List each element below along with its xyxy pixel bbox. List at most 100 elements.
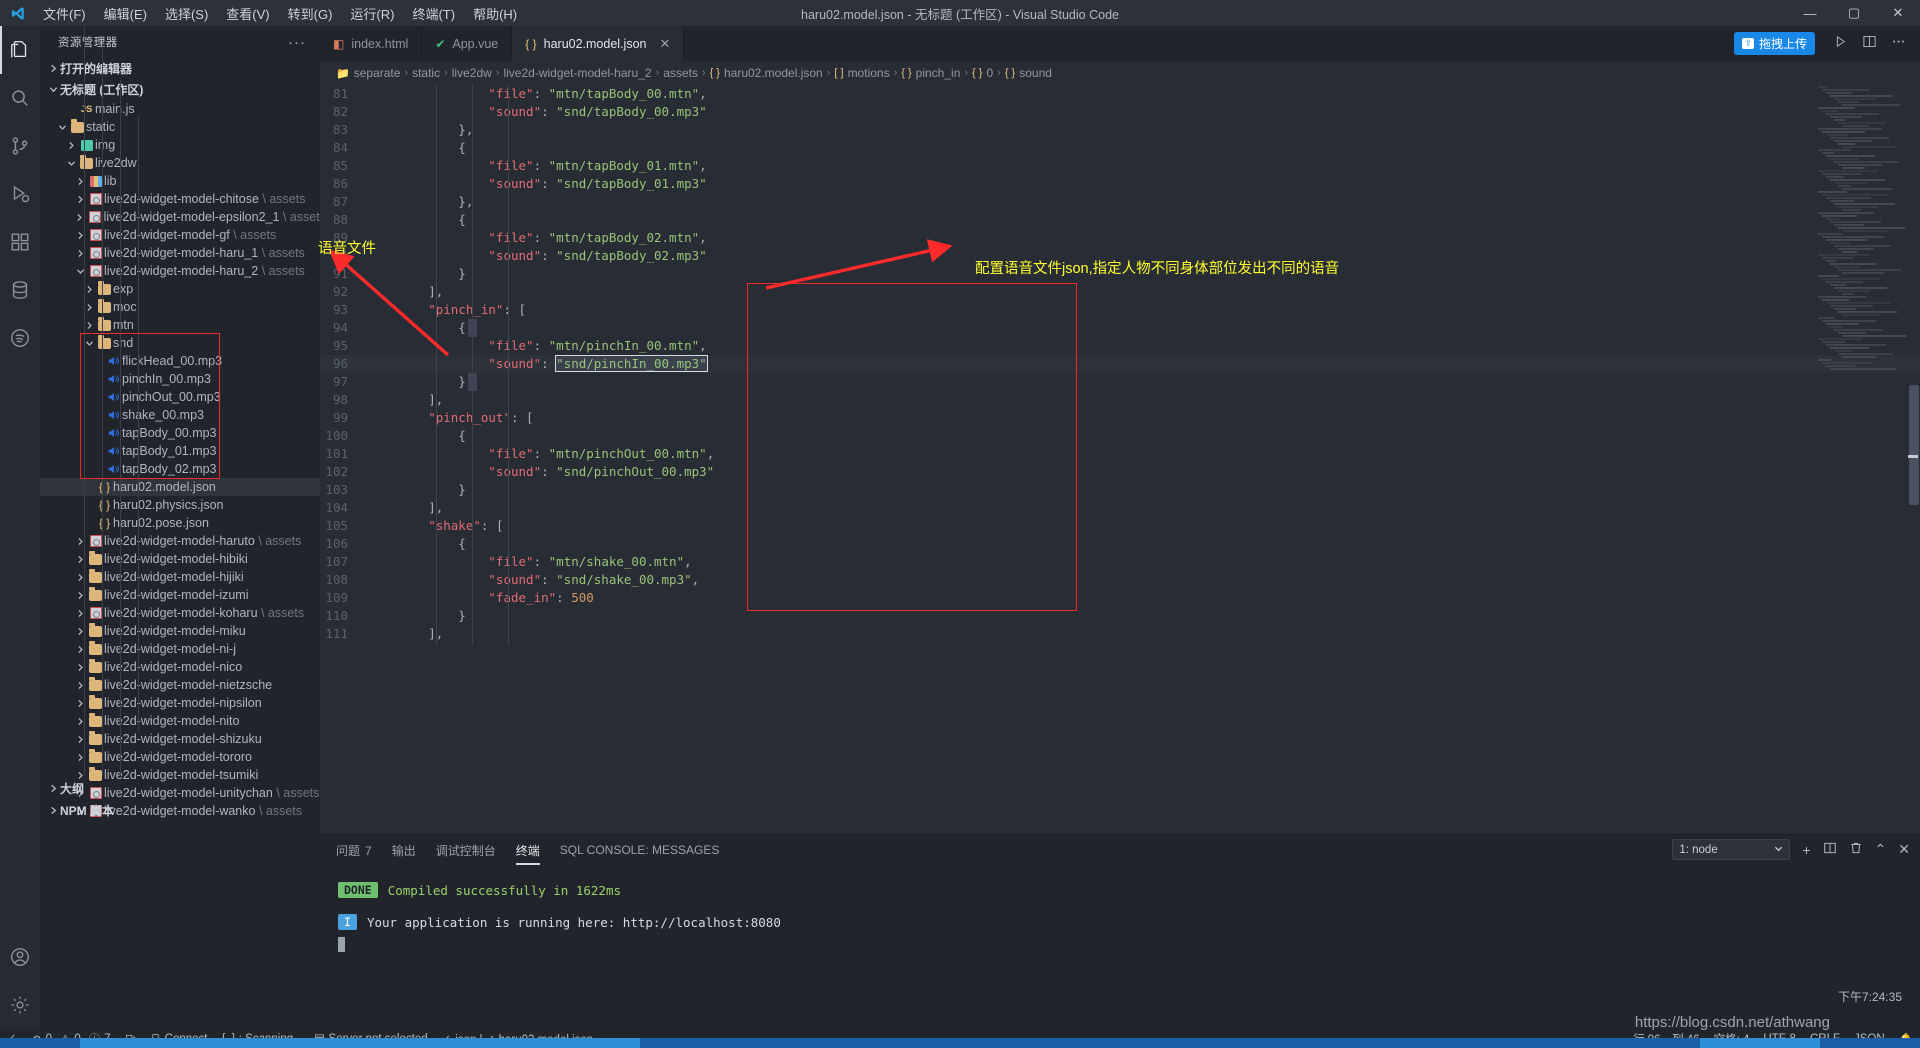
menu-file[interactable]: 文件(F) [34,1,95,26]
play-icon[interactable] [1833,34,1848,54]
settings-gear-icon[interactable] [0,981,40,1029]
tree-item[interactable]: tapBody_02.mp3 [40,460,320,478]
chevron-down-icon[interactable] [55,123,69,132]
breadcrumb-item[interactable]: motions [848,66,890,80]
code-line[interactable]: 97 } [320,373,1920,391]
panel-tab[interactable]: 输出 [392,836,416,867]
breadcrumb-item[interactable]: static [412,66,440,80]
minimap[interactable] [1814,85,1906,834]
tree-item[interactable]: snd [40,334,320,352]
code-line[interactable]: 82 "sound": "snd/tapBody_00.mp3" [320,103,1920,121]
code-line[interactable]: 103 } [320,481,1920,499]
drag-upload-button[interactable]: ⇪ 拖拽上传 [1734,32,1815,55]
tree-item[interactable]: live2d-widget-model-nico [40,658,320,676]
breadcrumb-item[interactable]: live2d-widget-model-haru_2 [503,66,651,80]
tree-item[interactable]: live2d-widget-model-hibiki [40,550,320,568]
menu-selection[interactable]: 选择(S) [156,1,217,26]
tree-item[interactable]: live2d-widget-model-miku [40,622,320,640]
code-line[interactable]: 88 { [320,211,1920,229]
tree-item[interactable]: tapBody_00.mp3 [40,424,320,442]
code-line[interactable]: 111 ], [320,625,1920,643]
close-button[interactable]: ✕ [1876,0,1920,26]
menu-view[interactable]: 查看(V) [217,1,278,26]
code-line[interactable]: 81 "file": "mtn/tapBody_00.mtn", [320,85,1920,103]
code-line[interactable]: 104 ], [320,499,1920,517]
tree-item[interactable]: live2d-widget-model-haru_1 \ assets [40,244,320,262]
tree-item[interactable]: live2d-widget-model-nipsilon [40,694,320,712]
tab-close-icon[interactable]: ✕ [659,36,670,52]
code-line[interactable]: 95 "file": "mtn/pinchIn_00.mtn", [320,337,1920,355]
run-debug-icon[interactable] [0,170,40,218]
tree-item[interactable]: live2d-widget-model-gf \ assets [40,226,320,244]
tree-item[interactable]: lib [40,172,320,190]
tree-item[interactable]: moc [40,298,320,316]
panel-tab[interactable]: SQL CONSOLE: MESSAGES [560,837,720,865]
breadcrumb-item[interactable]: live2dw [452,66,492,80]
tree-item[interactable]: pinchIn_00.mp3 [40,370,320,388]
tree-item[interactable]: live2d-widget-model-haruto \ assets [40,532,320,550]
section-open-editors[interactable]: 打开的编辑器 [40,58,320,79]
section-npm-scripts[interactable]: NPM 脚本 [40,800,320,821]
panel-close-icon[interactable]: ✕ [1898,841,1910,858]
maximize-button[interactable]: ▢ [1832,0,1876,26]
tree-item[interactable]: live2d-widget-model-koharu \ assets [40,604,320,622]
explorer-icon[interactable] [0,26,40,74]
breadcrumb-item[interactable]: haru02.model.json [724,66,823,80]
chevron-down-icon[interactable] [64,159,78,168]
code-line[interactable]: 109 "fade_in": 500 [320,589,1920,607]
source-control-icon[interactable] [0,122,40,170]
tree-item[interactable]: tapBody_01.mp3 [40,442,320,460]
breadcrumb-item[interactable]: separate [354,66,401,80]
tree-item[interactable]: live2d-widget-model-shizuku [40,730,320,748]
spotify-icon[interactable] [0,314,40,362]
code-line[interactable]: 96 "sound": "snd/pinchIn_00.mp3" [320,355,1920,373]
search-icon[interactable] [0,74,40,122]
scrollbar-thumb[interactable] [1909,385,1919,505]
tree-item[interactable]: pinchOut_00.mp3 [40,388,320,406]
code-editor[interactable]: 81 "file": "mtn/tapBody_00.mtn", 82 "soun… [320,85,1920,834]
tab-haru02-model-json[interactable]: { } haru02.model.json ✕ [512,26,685,61]
code-line[interactable]: 87 }, [320,193,1920,211]
code-line[interactable]: 85 "file": "mtn/tapBody_01.mtn", [320,157,1920,175]
tree-item[interactable]: flickHead_00.mp3 [40,352,320,370]
code-line[interactable]: 105 "shake": [ [320,517,1920,535]
tree-item[interactable]: live2d-widget-model-izumi [40,586,320,604]
menu-terminal[interactable]: 终端(T) [403,1,464,26]
database-icon[interactable] [0,266,40,314]
code-line[interactable]: 98 ], [320,391,1920,409]
tree-item[interactable]: JS main.js [40,100,320,118]
ellipsis-icon[interactable] [1891,34,1906,54]
terminal-selector[interactable]: 1: node [1672,839,1791,860]
panel-tab[interactable]: 问题 7 [336,836,372,867]
breadcrumb-item[interactable]: sound [1019,66,1052,80]
breadcrumb-item[interactable]: assets [663,66,698,80]
section-outline[interactable]: 大纲 [40,778,320,799]
code-line[interactable]: 86 "sound": "snd/tapBody_01.mp3" [320,175,1920,193]
tree-item[interactable]: live2d-widget-model-haru_2 \ assets [40,262,320,280]
tree-item[interactable]: live2dw [40,154,320,172]
tree-item[interactable]: live2d-widget-model-nietzsche [40,676,320,694]
tree-item[interactable]: exp [40,280,320,298]
split-terminal-icon[interactable] [1823,841,1837,858]
tree-item[interactable]: mtn [40,316,320,334]
code-line[interactable]: 106 { [320,535,1920,553]
tree-item[interactable]: static [40,118,320,136]
code-line[interactable]: 92 ], [320,283,1920,301]
code-line[interactable]: 99 "pinch_out": [ [320,409,1920,427]
chevron-right-icon[interactable] [64,141,78,150]
extensions-icon[interactable] [0,218,40,266]
code-line[interactable]: 110 } [320,607,1920,625]
code-line[interactable]: 107 "file": "mtn/shake_00.mtn", [320,553,1920,571]
minimize-button[interactable]: — [1788,0,1832,26]
terminal-output[interactable]: DONE Compiled successfully in 1622ms I Y… [320,867,1920,955]
code-line[interactable]: 101 "file": "mtn/pinchOut_00.mtn", [320,445,1920,463]
code-line[interactable]: 83 }, [320,121,1920,139]
split-editor-icon[interactable] [1862,34,1877,54]
tree-item[interactable]: img [40,136,320,154]
sidebar-more-icon[interactable]: ··· [288,34,306,51]
tree-item[interactable]: live2d-widget-model-tororo [40,748,320,766]
tree-item[interactable]: shake_00.mp3 [40,406,320,424]
editor-scrollbar[interactable] [1906,85,1920,834]
tree-item[interactable]: { } haru02.physics.json [40,496,320,514]
code-line[interactable]: 108 "sound": "snd/shake_00.mp3", [320,571,1920,589]
